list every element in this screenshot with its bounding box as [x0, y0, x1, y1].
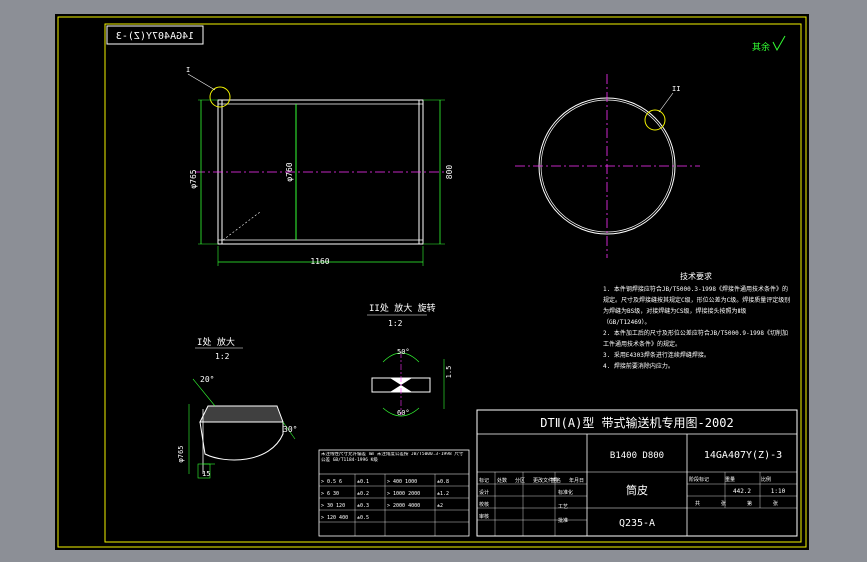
detail-angle-top: 20° — [200, 375, 214, 384]
title-block-mass-label: 比例 — [761, 476, 771, 483]
title-block-row-label: 设计 — [479, 489, 489, 496]
roughness-mark: 其余 — [752, 41, 770, 53]
tolerance-cell: > 6 30 — [321, 491, 339, 497]
marker-I: I — [186, 66, 190, 74]
dim-outer-dia: φ765 — [189, 169, 198, 188]
title-block-sheet-label: 张 — [721, 500, 726, 507]
dim-right: 800 — [445, 165, 454, 180]
title-block-header-label: 处数 — [497, 477, 507, 484]
front-view-dimensions — [198, 99, 445, 266]
detail-II-label: II处 放大 旋转 — [369, 302, 436, 314]
title-block-header-label: 分区 — [515, 477, 525, 484]
tolerance-cell: > 30 120 — [321, 503, 345, 509]
title-block-col-label: 批准 — [558, 517, 568, 524]
detail-angle-side: 30° — [283, 425, 297, 434]
title-block-col-label: 标准化 — [558, 489, 573, 496]
tolerance-cell: > 400 1000 — [387, 479, 417, 485]
title-block-sheet-label: 共 — [695, 500, 700, 507]
tolerance-cell: ±0.1 — [357, 479, 369, 485]
tolerance-cell: ±0.5 — [357, 515, 369, 521]
tolerance-cell: ±2 — [437, 503, 443, 509]
title-block-sheet-label: 第 — [747, 500, 752, 507]
detail-width: 15 — [202, 470, 210, 478]
tolerance-cell: > 2000 4000 — [387, 503, 420, 509]
detail-dia: φ765 — [177, 446, 185, 463]
viewer-background: 14GA407Y(Z)-3 其余 I φ765 φ760 800 1160 II… — [0, 0, 867, 562]
title-block-spec: B1400 D800 — [610, 451, 664, 461]
tech-req-item: 2. 本件加工后的尺寸及形位公差应符合JB/T5000.9-1998《切削加工件… — [603, 330, 789, 348]
marker-II: II — [672, 85, 680, 93]
detail-I-label: I处 放大 — [197, 336, 235, 348]
detail-I-drawing — [188, 378, 296, 479]
title-block-mass-label: 阶段标记 — [689, 476, 709, 483]
dim-length: 1160 — [310, 257, 329, 266]
weld-angle-bottom: 60° — [397, 409, 410, 417]
tolerance-cell: > 1000 2000 — [387, 491, 420, 497]
detail-I-scale: 1:2 — [215, 352, 230, 361]
tech-req-item: 4. 焊接前要消除内应力。 — [603, 363, 674, 370]
title-block-scale: 1:10 — [771, 488, 786, 495]
title-block-part-name: 筒皮 — [626, 483, 648, 497]
title-block-header-label: 年月日 — [569, 477, 584, 484]
title-block-header-label: 签名 — [551, 477, 561, 484]
weld-dim: 1.5 — [445, 366, 453, 379]
tolerance-note: 未注线性尺寸允许偏差 mm 未注角度公差按 JB/T5000.3-1998 尺寸… — [321, 452, 464, 463]
dim-inner-dia: φ760 — [285, 162, 294, 181]
detail-II-scale: 1:2 — [388, 319, 403, 328]
detail-II-drawing — [371, 352, 445, 417]
tolerance-cell: ±1.2 — [437, 491, 449, 497]
cad-canvas: 14GA407Y(Z)-3 其余 I φ765 φ760 800 1160 II… — [57, 16, 807, 548]
title-block-header-label: 标记 — [479, 477, 489, 484]
title-block-mass-label: 重量 — [725, 476, 735, 483]
side-view — [515, 74, 700, 258]
title-block-title: DTⅡ(A)型 带式输送机专用图-2002 — [540, 415, 733, 430]
tolerance-cell: ±0.3 — [357, 503, 369, 509]
title-block-row-label: 审核 — [479, 513, 489, 520]
roughness-symbol-icon — [772, 35, 786, 52]
tolerance-cell: > 0.5 6 — [321, 479, 342, 485]
title-block-sheet-label: 张 — [773, 500, 778, 507]
title-block-drawing-no: 14GA407Y(Z)-3 — [704, 450, 782, 461]
title-block-row-label: 校核 — [479, 501, 489, 508]
tech-req-item: 1. 本件钢焊接应符合JB/T5000.3-1998《焊接件通用技术条件》的规定… — [603, 286, 791, 326]
weld-angle-top: 50° — [397, 348, 410, 356]
tech-req-list: 1. 本件钢焊接应符合JB/T5000.3-1998《焊接件通用技术条件》的规定… — [603, 284, 791, 372]
tolerance-cell: ±0.2 — [357, 491, 369, 497]
drawing-sheet: 14GA407Y(Z)-3 其余 I φ765 φ760 800 1160 II… — [55, 14, 809, 550]
title-block-material: Q235-A — [619, 518, 655, 529]
front-view — [195, 86, 447, 245]
tolerance-cell: ±0.8 — [437, 479, 449, 485]
tech-req-heading: 技术要求 — [680, 271, 712, 281]
stamp-code: 14GA407Y(Z)-3 — [116, 31, 194, 42]
title-block-weight: 442.2 — [733, 488, 751, 495]
title-block-col-label: 工艺 — [558, 504, 568, 510]
tolerance-cell: > 120 400 — [321, 515, 348, 521]
tech-req-item: 3. 采用E4303焊条进行连续焊缝焊接。 — [603, 352, 710, 359]
